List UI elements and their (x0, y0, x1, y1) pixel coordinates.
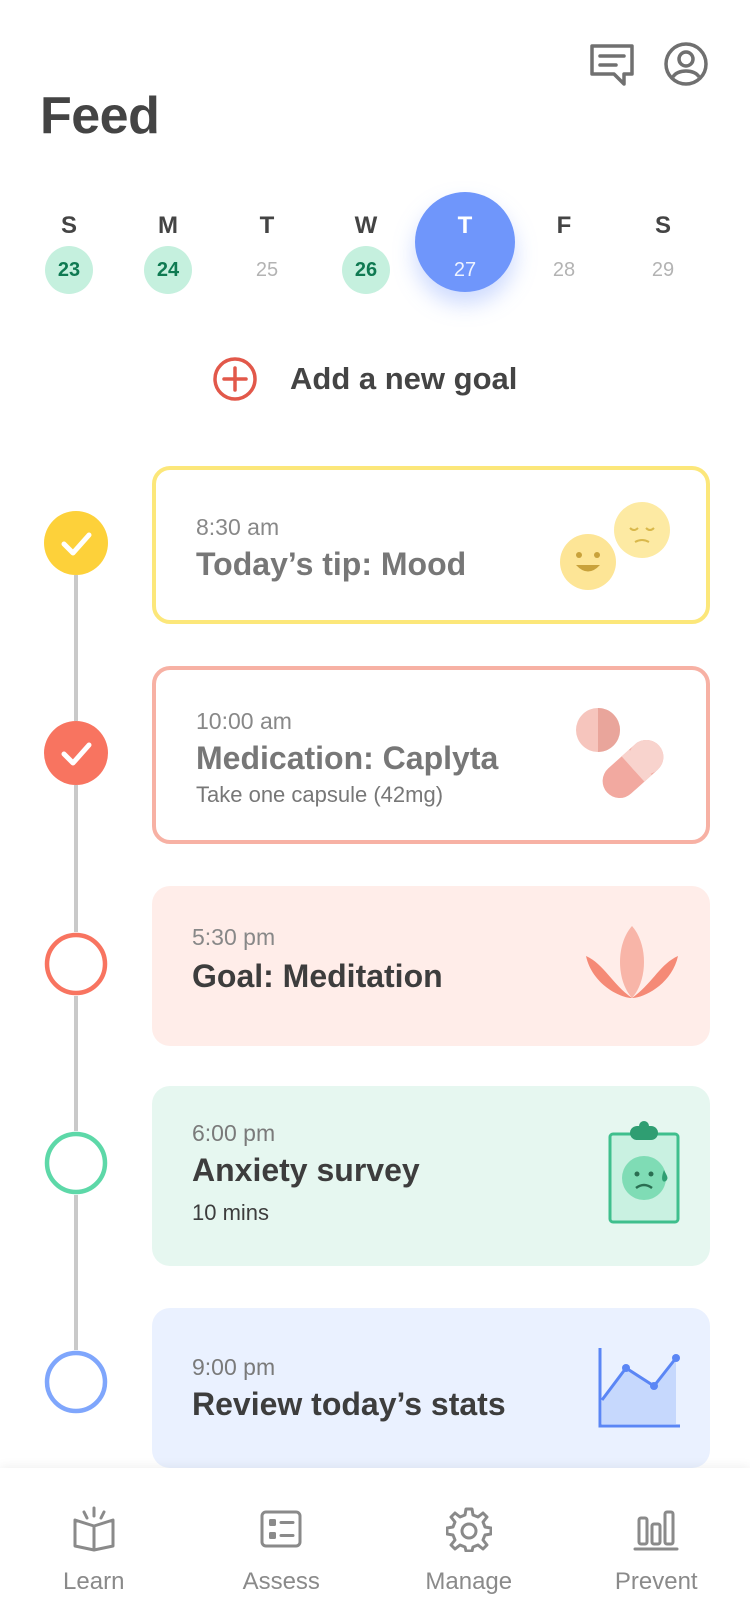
day-friday[interactable]: F 28 (513, 196, 615, 306)
tab-prevent[interactable]: Prevent (563, 1468, 750, 1624)
add-goal-button[interactable]: Add a new goal (212, 356, 517, 402)
day-date: 23 (45, 246, 93, 294)
tab-label: Assess (242, 1568, 320, 1595)
tab-learn[interactable]: Learn (0, 1468, 188, 1624)
gear-icon (445, 1507, 492, 1552)
day-letter: M (158, 212, 178, 239)
day-letter: F (556, 212, 572, 239)
add-goal-label: Add a new goal (290, 361, 518, 396)
card-time: 10:00 am (196, 708, 292, 734)
bottom-tab-bar: Learn Assess Manage Prevent (0, 1468, 750, 1624)
card-title: Goal: Meditation (192, 958, 443, 994)
day-letter: S (654, 212, 671, 239)
card-subtitle: Take one capsule (42mg) (196, 782, 444, 807)
empty-circle-icon[interactable] (44, 1350, 108, 1414)
profile-icon[interactable] (662, 40, 710, 88)
lotus-icon (586, 926, 678, 998)
feed-card-tip[interactable]: 8:30 am Today’s tip: Mood (152, 466, 710, 624)
tab-label: Manage (425, 1568, 513, 1595)
book-icon (73, 1506, 115, 1552)
day-letter: S (60, 212, 77, 239)
day-date: 25 (255, 259, 279, 281)
check-circle-icon[interactable] (44, 721, 108, 785)
tab-manage[interactable]: Manage (375, 1468, 563, 1624)
card-title: Anxiety survey (192, 1152, 420, 1188)
card-time: 6:00 pm (192, 1120, 276, 1146)
tab-label: Prevent (614, 1568, 698, 1595)
check-circle-icon[interactable] (44, 511, 108, 575)
pills-icon (576, 708, 664, 799)
day-date: 29 (651, 259, 675, 281)
day-date: 27 (453, 259, 477, 281)
card-time: 9:00 pm (192, 1354, 276, 1380)
day-date: 24 (144, 246, 192, 294)
card-time: 8:30 am (196, 514, 280, 540)
add-circle-icon (213, 357, 257, 401)
day-letter: T (457, 212, 473, 239)
day-wednesday[interactable]: W 26 (315, 196, 417, 306)
line-chart-icon (598, 1348, 680, 1428)
feed-card-review-stats[interactable]: 9:00 pm Review today’s stats (152, 1308, 710, 1468)
day-letter: T (259, 212, 275, 239)
card-title: Medication: Caplyta (196, 740, 499, 776)
day-letter: W (354, 212, 378, 239)
tab-label: Learn (63, 1568, 125, 1595)
bar-chart-icon (633, 1510, 679, 1551)
day-date: 26 (342, 246, 390, 294)
messages-icon[interactable] (588, 40, 636, 88)
empty-circle-icon[interactable] (44, 932, 108, 996)
header-actions (588, 40, 710, 88)
day-sunday[interactable]: S 23 (18, 196, 120, 306)
feed-card-medication[interactable]: 10:00 am Medication: Caplyta Take one ca… (152, 666, 710, 844)
day-tuesday[interactable]: T 25 (216, 196, 318, 306)
card-subtitle: 10 mins (192, 1200, 270, 1225)
day-monday[interactable]: M 24 (117, 196, 219, 306)
tab-assess[interactable]: Assess (188, 1468, 376, 1624)
mood-faces-icon (560, 502, 670, 590)
page-title: Feed (40, 87, 160, 145)
week-calendar: S 23 M 24 T 25 W 26 T 27 F 28 S 29 (18, 192, 732, 306)
day-date: 28 (552, 259, 576, 281)
checklist-icon (260, 1510, 302, 1548)
clipboard-icon (608, 1121, 680, 1224)
card-title: Review today’s stats (192, 1386, 506, 1422)
feed-card-anxiety-survey[interactable]: 6:00 pm Anxiety survey 10 mins (152, 1086, 710, 1266)
empty-circle-icon[interactable] (44, 1131, 108, 1195)
card-time: 5:30 pm (192, 924, 276, 950)
card-title: Today’s tip: Mood (196, 546, 467, 582)
day-saturday[interactable]: S 29 (612, 196, 714, 306)
day-thursday-selected[interactable]: T 27 (414, 192, 516, 306)
feed-card-meditation[interactable]: 5:30 pm Goal: Meditation (152, 886, 710, 1046)
